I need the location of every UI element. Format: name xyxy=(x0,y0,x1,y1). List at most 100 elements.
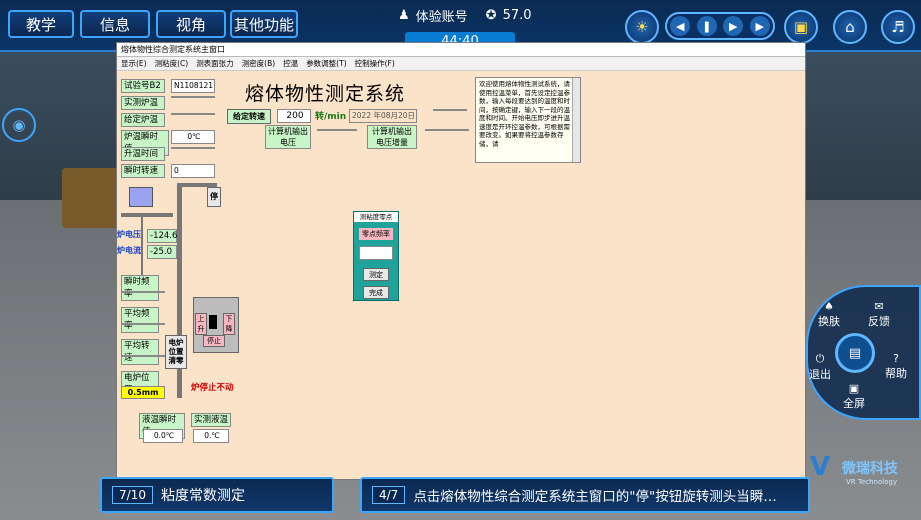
tab-other[interactable]: 其他功能 xyxy=(230,10,298,38)
furnace-current-value: -25.0 xyxy=(147,245,177,259)
pause-icon[interactable]: ❚ xyxy=(696,16,717,36)
step-number: 7/10 xyxy=(112,486,153,504)
crucible xyxy=(209,315,217,329)
spindle xyxy=(141,217,143,277)
user-icon: ♟ xyxy=(398,8,410,23)
fullscreen-button[interactable]: ▣ 全屏 xyxy=(836,382,872,411)
out-voltage-label: 计算机输出电压 xyxy=(265,125,311,149)
actual-liquid-label: 实测液温 xyxy=(191,413,231,427)
tab-info[interactable]: 信息 xyxy=(80,10,150,38)
media-controls: ◀ ❚ ▶ ▶ xyxy=(665,12,775,40)
step-panel: 7/10 粘度常数测定 xyxy=(100,477,334,513)
menu-viscosity[interactable]: 测粘度(C) xyxy=(155,57,189,70)
date-field: 2022 年08月20日 xyxy=(349,109,417,123)
light-icon[interactable]: ☀ xyxy=(625,10,659,44)
liquid-temp-field[interactable]: 0.0℃ xyxy=(143,429,183,443)
actual-liquid-field[interactable]: 0.℃ xyxy=(193,429,229,443)
furnace-pos-value: 0.5mm xyxy=(121,386,165,399)
step-title: 粘度常数测定 xyxy=(160,488,245,504)
avg-speed-field[interactable] xyxy=(121,355,165,357)
label-actual-temp: 实测炉温 xyxy=(121,96,165,110)
skin-label: 换肤 xyxy=(818,315,840,328)
label-test-no: 试验号B2 xyxy=(121,79,165,93)
home-icon[interactable]: ⌂ xyxy=(833,10,867,44)
tab-view[interactable]: 视角 xyxy=(156,10,226,38)
power-icon: ⏻ xyxy=(815,352,825,365)
set-temp-field[interactable] xyxy=(171,113,215,115)
label-heat-time: 升温时间 xyxy=(121,147,165,161)
label-instant-speed: 瞬时转速 xyxy=(121,164,165,178)
furnace-current-label: 炉电流 xyxy=(117,246,141,255)
measure-button[interactable]: 测定 xyxy=(363,268,389,281)
help-label: 帮助 xyxy=(885,367,907,380)
info-textbox[interactable]: 欢迎使用熔体物性测试系统，请使用控温菜单，首先设定控温参数，输入每段要达到的温度… xyxy=(475,77,581,163)
out-increment-field[interactable] xyxy=(425,129,469,131)
logo-name: 微瑞科技 xyxy=(842,461,898,477)
menu-density[interactable]: 测密度(B) xyxy=(242,57,276,70)
stop-furnace-button[interactable]: 停止 xyxy=(203,335,225,347)
rewind-icon[interactable]: ◀ xyxy=(670,16,691,36)
exit-label: 退出 xyxy=(809,368,831,381)
menu-surface-tension[interactable]: 测表面张力 xyxy=(196,57,234,70)
menu-temp-control[interactable]: 控温 xyxy=(283,57,298,70)
heat-time-field[interactable] xyxy=(171,147,215,149)
furnace-voltage-value: -124.6 xyxy=(147,229,177,243)
zero-point-dialog: 测粘度零点 零点频率 测定 完成 xyxy=(353,211,399,301)
fullscreen-icon: ▣ xyxy=(848,382,860,395)
vr-logo-icon: V xyxy=(810,452,831,482)
company-logo: V 微瑞科技 VR Technology xyxy=(808,452,918,492)
instant-freq-field[interactable] xyxy=(121,291,165,293)
monitor-icon[interactable]: ▤ xyxy=(835,333,875,373)
page-title: 熔体物性测定系统 xyxy=(245,83,406,105)
account-label: 体验账号 xyxy=(415,10,468,25)
screen-icon[interactable]: ▣ xyxy=(784,10,818,44)
done-button[interactable]: 完成 xyxy=(363,286,389,299)
info-scrollbar[interactable] xyxy=(572,78,580,162)
help-icon: ? xyxy=(893,352,899,365)
stop-button[interactable]: 停 xyxy=(207,187,221,207)
feedback-button[interactable]: ✉ 反馈 xyxy=(861,300,897,329)
test-no-field[interactable]: N1108121 xyxy=(171,79,215,93)
pos-reset-button[interactable]: 电炉位置清零 xyxy=(165,335,187,369)
logo-sub: VR Technology xyxy=(846,478,898,486)
magnifier-icon[interactable]: ◉ xyxy=(2,108,36,142)
menu-display[interactable]: 显示(E) xyxy=(121,57,147,70)
sound-icon[interactable]: ♬ xyxy=(881,10,915,44)
shirt-icon: ♠ xyxy=(824,300,834,313)
up-button[interactable]: 上升 xyxy=(195,313,207,335)
menu-control[interactable]: 控制操作(F) xyxy=(355,57,395,70)
furnace-status: 炉停止不动 xyxy=(191,383,234,393)
sample-box xyxy=(62,168,122,228)
furnace-voltage-label: 炉电压 xyxy=(117,230,141,239)
tab-teaching[interactable]: 教学 xyxy=(8,10,74,38)
help-button[interactable]: ? 帮助 xyxy=(878,352,914,381)
play-icon[interactable]: ▶ xyxy=(723,16,744,36)
skin-button[interactable]: ♠ 换肤 xyxy=(811,300,847,329)
instruction-number: 4/7 xyxy=(372,486,406,504)
instant-temp-field[interactable]: 0℃ xyxy=(171,130,215,144)
avg-freq-field[interactable] xyxy=(121,323,165,325)
forward-icon[interactable]: ▶ xyxy=(749,16,770,36)
window-title: 熔体物性综合测定系统主窗口 xyxy=(117,43,805,57)
menu-params[interactable]: 参数调整(T) xyxy=(306,57,346,70)
zero-freq-field[interactable] xyxy=(359,246,393,260)
avg-freq-label: 平均频率 xyxy=(121,307,159,333)
exit-button[interactable]: ⏻ 退出 xyxy=(802,352,838,382)
info-text: 欢迎使用熔体物性测试系统，请使用控温菜单，首先设定控温参数，输入每段要达到的温度… xyxy=(479,80,570,148)
set-speed-label: 给定转速 xyxy=(227,109,271,124)
actual-temp-field[interactable] xyxy=(171,96,215,98)
dialog-title: 测粘度零点 xyxy=(354,212,398,222)
motor-block xyxy=(129,187,153,207)
fullscreen-label: 全屏 xyxy=(843,397,865,410)
medal-icon: ✪ xyxy=(485,8,497,23)
chat-icon: ✉ xyxy=(874,300,884,313)
zero-freq-label: 零点频率 xyxy=(359,228,393,240)
pink-indicator xyxy=(433,109,467,111)
main-window: 熔体物性综合测定系统主窗口 显示(E) 测粘度(C) 测表面张力 测密度(B) … xyxy=(116,42,806,480)
instant-speed-field[interactable]: 0 xyxy=(171,164,215,178)
out-voltage-field[interactable] xyxy=(317,129,357,131)
down-button[interactable]: 下降 xyxy=(223,313,235,335)
speed-unit: 转/min xyxy=(315,112,347,122)
motor-base xyxy=(121,213,173,217)
speed-field[interactable]: 200 xyxy=(277,109,311,123)
